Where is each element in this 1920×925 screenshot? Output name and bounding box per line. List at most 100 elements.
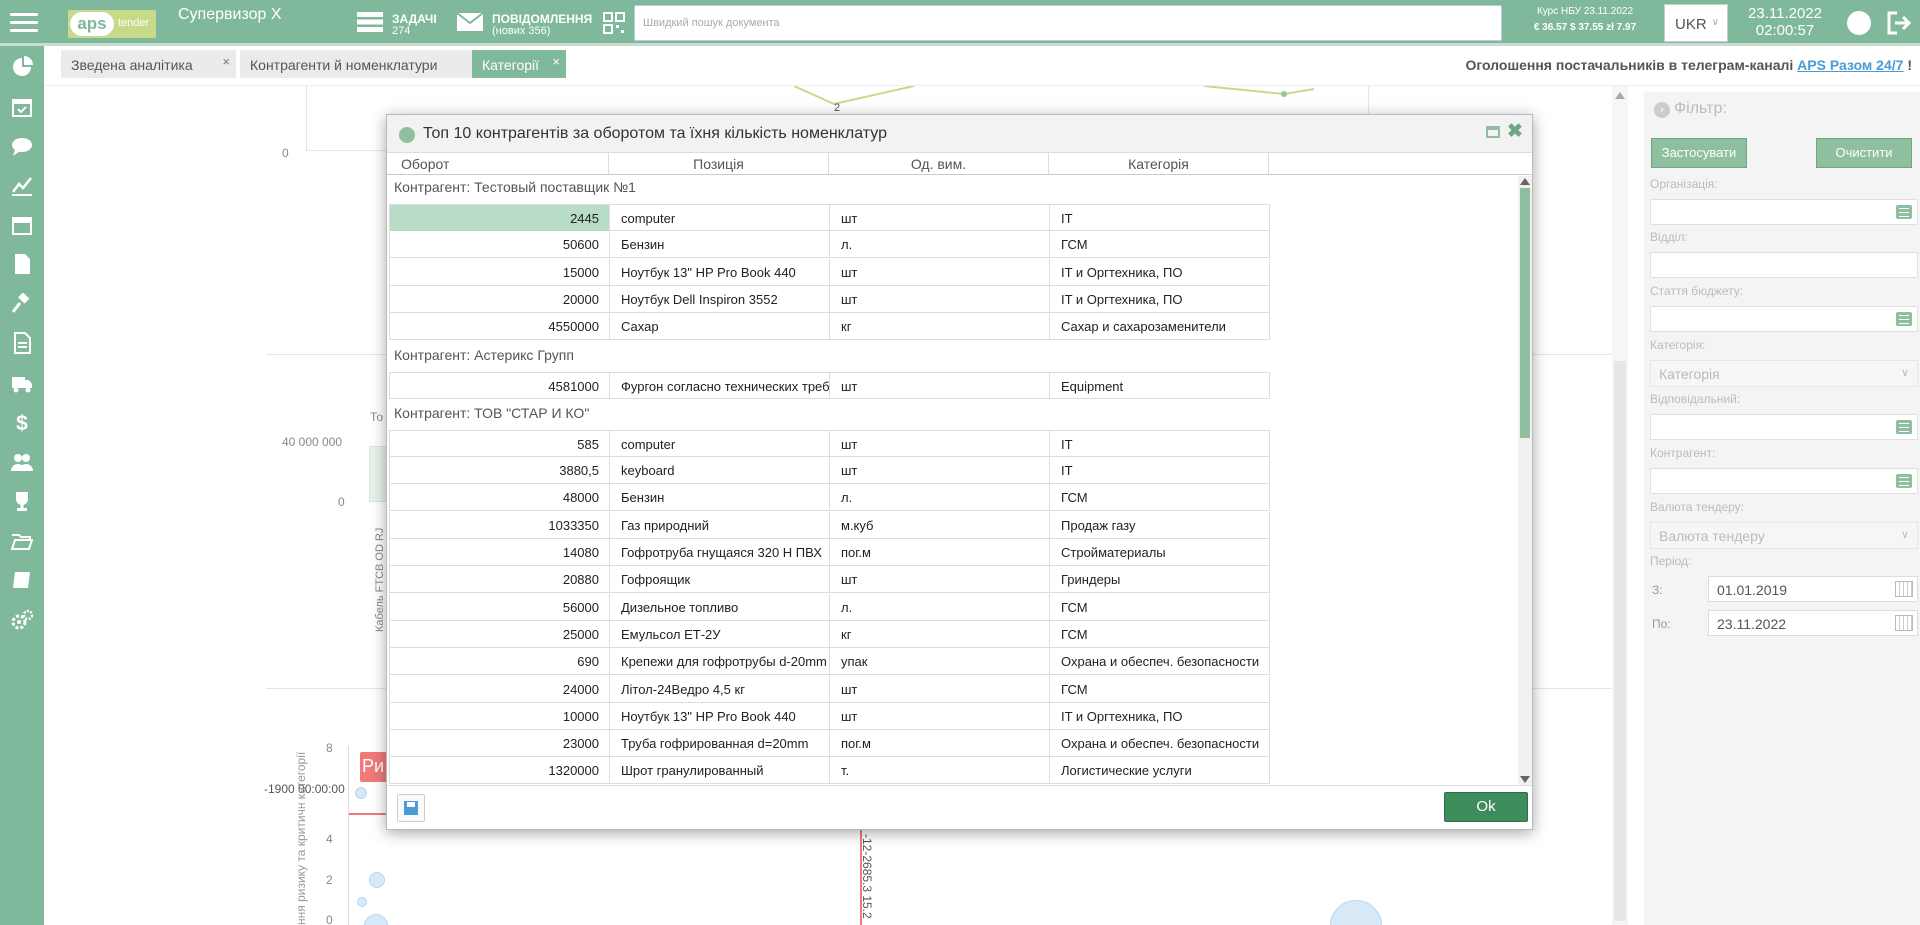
scroll-thumb[interactable]	[1614, 361, 1626, 921]
table-row[interactable]: 24000 Літол-24Ведро 4,5 кг шт ГСМ	[389, 675, 1270, 703]
maximize-icon[interactable]	[1486, 126, 1500, 138]
apply-button[interactable]: Застосувати	[1651, 138, 1747, 168]
scroll-up-icon[interactable]	[1615, 92, 1625, 99]
table-row[interactable]: 1033350 Газ природний м.куб Продаж газу	[389, 511, 1270, 539]
category-cell: IT	[1050, 430, 1270, 457]
save-icon[interactable]	[397, 794, 425, 822]
clear-button[interactable]: Очистити	[1816, 138, 1912, 168]
language-select[interactable]: UKR ∨	[1664, 4, 1728, 42]
turnover-cell: 690	[390, 648, 610, 675]
telegram-link[interactable]: APS Разом 24/7	[1797, 57, 1903, 73]
chart-label: 2	[834, 102, 841, 114]
close-icon[interactable]: ✖	[1507, 120, 1523, 143]
calendar-check-icon[interactable]	[11, 96, 33, 118]
currency-select[interactable]: Валюта тендеру ∨	[1650, 522, 1918, 549]
table-row[interactable]: 10000 Ноутбук 13" HP Pro Book 440 шт IT и О…	[389, 702, 1270, 730]
table-row[interactable]: 4550000 Сахар кг Сахар и сахарозаменители	[389, 313, 1270, 341]
gears-icon[interactable]	[11, 609, 33, 631]
file-text-icon[interactable]	[11, 332, 33, 354]
tab-categories[interactable]: Категорії ×	[472, 50, 566, 78]
list-picker-icon[interactable]	[1896, 420, 1912, 434]
logo[interactable]: aps tender	[68, 10, 156, 38]
dialog-scrollbar[interactable]	[1518, 176, 1532, 785]
line-chart-icon[interactable]	[11, 174, 33, 196]
y-axis-tick: 0	[338, 495, 345, 509]
users-icon[interactable]	[11, 451, 33, 473]
gavel-icon[interactable]	[11, 293, 33, 315]
date-from-field[interactable]: 01.01.2019	[1708, 576, 1918, 602]
date-to-field[interactable]: 23.11.2022	[1708, 610, 1918, 636]
logo-subtext: tender	[118, 17, 150, 29]
table-row[interactable]: 1320000 Шрот гранулированный т. Логистическ…	[389, 757, 1270, 785]
help-icon[interactable]: ?	[1847, 11, 1871, 35]
column-header-unit[interactable]: Од. вим.	[829, 153, 1049, 175]
y-axis-title: ння ризику та критичн категорії	[294, 751, 308, 925]
chart-title: То	[370, 410, 384, 424]
book-icon[interactable]	[11, 569, 33, 591]
table-row[interactable]: 2445 computer шт IT	[389, 204, 1270, 231]
table-row[interactable]: 25000 Емульсол ЕТ-2У кг ГСМ	[389, 620, 1270, 648]
pie-chart-icon[interactable]	[11, 56, 33, 78]
filter-title[interactable]: › Фільтр:	[1654, 100, 1727, 118]
close-icon[interactable]: ×	[552, 54, 560, 69]
tab-counterparties[interactable]: Контрагенти й номенклатури ×	[240, 50, 508, 78]
department-field[interactable]	[1650, 252, 1918, 278]
ok-button[interactable]: Ok	[1444, 792, 1528, 822]
table-row[interactable]: 23000 Труба гофрированная d=20mm пог.м Охра…	[389, 730, 1270, 758]
list-picker-icon[interactable]	[1896, 312, 1912, 326]
table-row[interactable]: 14080 Гофротруба гнущаяся 320 Н ПВХ пог.м С…	[389, 539, 1270, 566]
counterparty-field[interactable]	[1650, 468, 1918, 494]
calendar-icon[interactable]	[1895, 581, 1913, 597]
calendar-icon[interactable]	[1895, 615, 1913, 631]
date-to-value: 23.11.2022	[1717, 616, 1787, 632]
turnover-cell: 585	[390, 430, 610, 457]
dialog-title: Топ 10 контрагентів за оборотом та їхня …	[423, 125, 887, 142]
calendar-icon[interactable]	[11, 214, 33, 236]
turnover-cell: 23000	[390, 730, 610, 757]
risk-tag: Ри	[360, 752, 386, 782]
scroll-thumb[interactable]	[1520, 188, 1530, 438]
table-row[interactable]: 50600 Бензин л. ГСМ	[389, 231, 1270, 259]
table-row[interactable]: 48000 Бензин л. ГСМ	[389, 484, 1270, 512]
table-row[interactable]: 56000 Дизельное топливо л. ГСМ	[389, 593, 1270, 621]
column-header-turnover[interactable]: Оборот	[387, 153, 609, 175]
budget-item-field[interactable]	[1650, 306, 1918, 332]
list-picker-icon[interactable]	[1896, 474, 1912, 488]
table-row[interactable]: 585 computer шт IT	[389, 429, 1270, 457]
column-header-category[interactable]: Категорія	[1049, 153, 1269, 175]
responsible-field[interactable]	[1650, 414, 1918, 440]
search-input[interactable]: Швидкий пошук документа	[634, 5, 1502, 41]
column-header-position[interactable]: Позиція	[609, 153, 829, 175]
table-row[interactable]: 20880 Гофроящик шт Гриндеры	[389, 566, 1270, 594]
document-icon[interactable]	[11, 253, 33, 275]
position-cell: Газ природний	[610, 511, 830, 538]
organization-field[interactable]	[1650, 199, 1918, 225]
table-row[interactable]: 20000 Ноутбук Dell Inspiron 3552 шт IT и Ор…	[389, 285, 1270, 313]
folder-open-icon[interactable]	[11, 530, 33, 552]
category-cell: ГСМ	[1050, 231, 1270, 258]
category-select[interactable]: Категорія ∨	[1650, 360, 1918, 387]
list-picker-icon[interactable]	[1896, 205, 1912, 219]
table-row[interactable]: 690 Крепежи для гофротрубы d-20mm упак Охра…	[389, 648, 1270, 676]
trophy-icon[interactable]	[11, 490, 33, 512]
page-scrollbar[interactable]	[1612, 86, 1628, 925]
dollar-icon[interactable]: $	[11, 411, 33, 433]
scroll-down-icon[interactable]	[1520, 776, 1530, 783]
scroll-up-icon[interactable]	[1520, 178, 1530, 185]
position-cell: Крепежи для гофротрубы d-20mm	[610, 648, 830, 675]
table-header: Оборот Позиція Од. вим. Категорія	[387, 153, 1532, 175]
menu-icon[interactable]	[10, 9, 38, 35]
table-row[interactable]: 3880,5 keyboard шт IT	[389, 457, 1270, 485]
close-icon[interactable]: ×	[222, 54, 230, 69]
dialog-header[interactable]: Топ 10 контрагентів за оборотом та їхня …	[387, 115, 1532, 153]
turnover-cell: 1033350	[390, 511, 610, 538]
table-row[interactable]: 4581000 Фургон согласно технических треб ш…	[389, 371, 1270, 399]
logout-icon[interactable]	[1886, 10, 1912, 36]
user-name[interactable]: Супервизор Х	[178, 6, 282, 24]
table-row[interactable]: 15000 Ноутбук 13" HP Pro Book 440 шт IT и О…	[389, 258, 1270, 286]
truck-icon[interactable]	[11, 372, 33, 394]
tab-summary-analytics[interactable]: Зведена аналітика ×	[61, 50, 236, 78]
chat-icon[interactable]	[11, 135, 33, 157]
tab-label: Категорії	[482, 57, 540, 73]
qr-code-icon[interactable]	[603, 12, 625, 34]
